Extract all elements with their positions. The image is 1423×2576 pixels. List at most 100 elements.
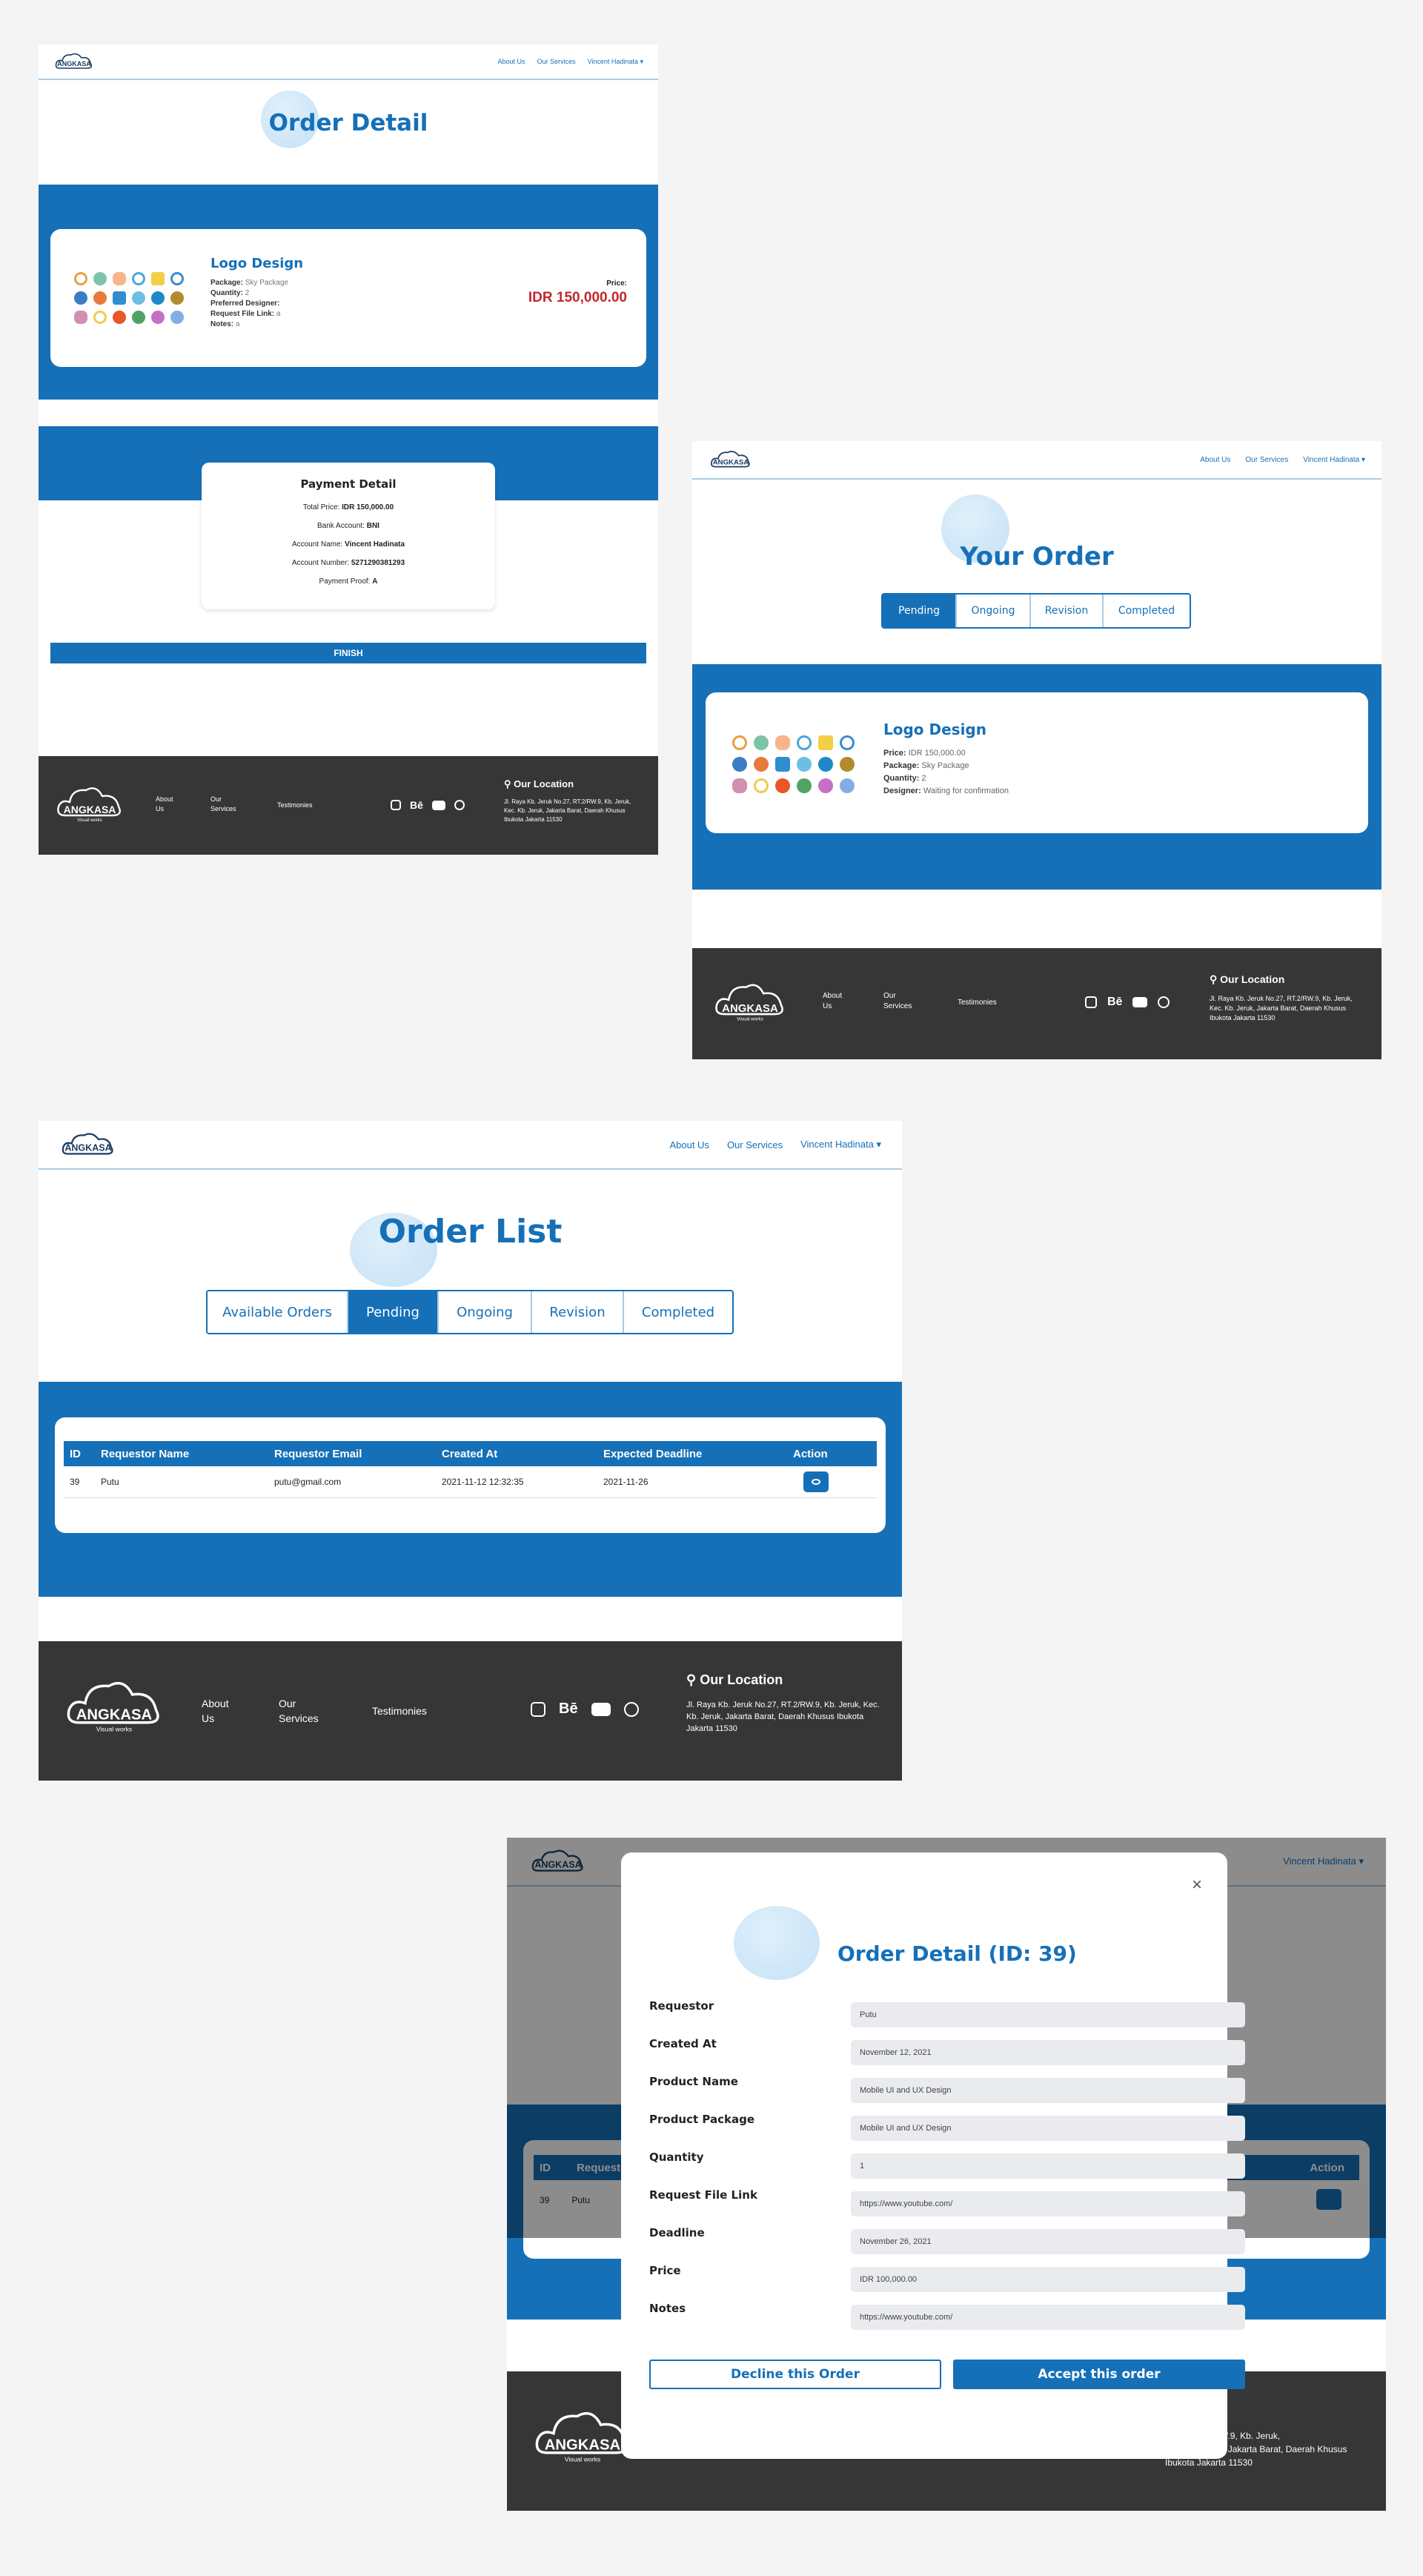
requestor-value[interactable]: Putu — [851, 2002, 1245, 2027]
price-value[interactable]: IDR 100,000.00 — [851, 2267, 1245, 2292]
payment-bank: Bank Account: BNI — [317, 522, 379, 530]
youtube-icon[interactable] — [591, 1702, 611, 1716]
decline-button[interactable]: Decline this Order — [649, 2360, 941, 2389]
price-value: IDR 150,000.00 — [528, 290, 627, 305]
cell-deadline: 2021-11-26 — [603, 1476, 649, 1487]
footer-logo[interactable]: ANGKASA Visual works — [55, 783, 125, 826]
product-name: Logo Design — [210, 256, 304, 271]
tab-pending[interactable]: Pending — [348, 1291, 439, 1333]
footer: ANGKASA Visual works About Us Our Service… — [39, 1641, 902, 1781]
behance-icon[interactable]: Bē — [410, 799, 423, 811]
nav-user-dropdown[interactable]: Vincent Hadinata ▾ — [588, 58, 643, 66]
field-product-name: Product Name Mobile UI and UX Design — [621, 2073, 1245, 2103]
payment-total: Total Price: IDR 150,000.00 — [302, 503, 394, 511]
order-section: Logo Design Price: IDR 150,000.00 Packag… — [692, 664, 1381, 890]
svg-text:ANGKASA: ANGKASA — [76, 1706, 153, 1723]
instagram-icon[interactable] — [1085, 996, 1097, 1008]
brand-logo[interactable]: ANGKASA — [709, 448, 753, 471]
view-button[interactable] — [803, 1471, 829, 1492]
created-at-value[interactable]: November 12, 2021 — [851, 2040, 1245, 2065]
page-title: Order Detail — [268, 110, 428, 136]
footer-services[interactable]: Our Services — [210, 795, 246, 814]
col-expected-deadline: Expected Deadline — [603, 1447, 703, 1460]
footer-testimonies[interactable]: Testimonies — [372, 1705, 427, 1717]
deadline-value[interactable]: November 26, 2021 — [851, 2229, 1245, 2254]
behance-icon[interactable]: Bē — [559, 1701, 578, 1718]
accept-button[interactable]: Accept this order — [953, 2360, 1245, 2389]
product-thumbnail — [74, 272, 184, 324]
whatsapp-icon[interactable] — [623, 1701, 639, 1717]
footer-about[interactable]: About Us — [156, 795, 182, 814]
eye-icon — [812, 1478, 820, 1485]
youtube-icon[interactable] — [431, 800, 445, 810]
whatsapp-icon[interactable] — [454, 800, 465, 810]
tab-pending[interactable]: Pending — [883, 595, 957, 627]
social-links: Bē — [531, 1701, 639, 1718]
notes-value[interactable]: https://www.youtube.com/ — [851, 2305, 1245, 2330]
close-button[interactable]: × — [1192, 1875, 1202, 1895]
footer-services[interactable]: Our Services — [279, 1696, 328, 1726]
order-detail-section: Logo Design Package: Sky Package Quantit… — [39, 185, 658, 400]
nav-about[interactable]: About Us — [669, 1139, 709, 1150]
footer-services[interactable]: Our Services — [883, 991, 922, 1012]
nav-services[interactable]: Our Services — [727, 1139, 783, 1150]
footer-about[interactable]: About Us — [823, 991, 852, 1012]
payment-name: Account Name: Vincent Hadinata — [291, 540, 405, 549]
instagram-icon[interactable] — [391, 800, 401, 810]
nav-about[interactable]: About Us — [1200, 456, 1230, 464]
tab-completed[interactable]: Completed — [1104, 595, 1190, 627]
table-header: ID Requestor Name Requestor Email Create… — [64, 1441, 877, 1466]
nav-services[interactable]: Our Services — [1245, 456, 1288, 464]
location-address: Jl. Raya Kb. Jeruk No.27, RT.2/RW.9, Kb.… — [686, 1701, 880, 1733]
svg-text:ANGKASA: ANGKASA — [57, 60, 91, 67]
price-label: Price: — [606, 279, 627, 288]
payment-proof: Payment Proof: A — [319, 577, 378, 586]
youtube-icon[interactable] — [1132, 997, 1148, 1007]
navbar: ANGKASA About Us Our Services Vincent Ha… — [39, 44, 658, 80]
order-info: Price: IDR 150,000.00 Package: Sky Packa… — [883, 749, 1009, 795]
tab-revision[interactable]: Revision — [1031, 595, 1104, 627]
footer-logo[interactable]: ANGKASA Visual works — [64, 1675, 165, 1738]
tab-ongoing[interactable]: Ongoing — [439, 1291, 532, 1333]
page-title: Your Order — [960, 542, 1114, 572]
order-detail-modal: × Order Detail (ID: 39) Requestor Putu Cr… — [621, 1852, 1245, 2459]
footer-testimonies[interactable]: Testimonies — [958, 999, 997, 1007]
order-detail-frame: ANGKASA About Us Our Services Vincent Ha… — [39, 44, 658, 855]
footer-about[interactable]: About Us — [202, 1696, 239, 1726]
nav-services[interactable]: Our Services — [537, 58, 576, 65]
brand-logo[interactable]: ANGKASA — [53, 50, 95, 73]
tab-available-orders[interactable]: Available Orders — [208, 1291, 348, 1333]
location-title: ⚲ Our Location — [1210, 973, 1285, 985]
footer-testimonies[interactable]: Testimonies — [277, 801, 313, 809]
instagram-icon[interactable] — [531, 1701, 545, 1717]
tab-ongoing[interactable]: Ongoing — [957, 595, 1031, 627]
nav-about[interactable]: About Us — [498, 58, 525, 65]
brand-logo[interactable]: ANGKASA — [59, 1129, 117, 1160]
field-notes: Notes https://www.youtube.com/ — [621, 2300, 1245, 2330]
col-requestor-email: Requestor Email — [274, 1447, 362, 1460]
behance-icon[interactable]: Bē — [1107, 996, 1122, 1009]
navbar: ANGKASA About Us Our Services Vincent Ha… — [39, 1121, 902, 1170]
footer-logo[interactable]: ANGKASA Visual works — [712, 979, 789, 1025]
whatsapp-icon[interactable] — [1158, 996, 1170, 1008]
svg-text:ANGKASA: ANGKASA — [64, 1142, 111, 1153]
nav-user-dropdown[interactable]: Vincent Hadinata ▾ — [800, 1139, 881, 1150]
nav-user-dropdown[interactable]: Vincent Hadinata ▾ — [1303, 456, 1365, 464]
quantity-value[interactable]: 1 — [851, 2153, 1245, 2179]
tab-completed[interactable]: Completed — [624, 1291, 732, 1333]
finish-button[interactable]: FINISH — [50, 643, 646, 663]
svg-text:Visual works: Visual works — [96, 1725, 133, 1732]
social-links: Bē — [1085, 996, 1170, 1009]
product-package-value[interactable]: Mobile UI and UX Design — [851, 2116, 1245, 2141]
footer-logo: ANGKASA Visual works — [535, 2411, 628, 2463]
svg-text:Visual works: Visual works — [737, 1017, 763, 1022]
order-list-frame: ANGKASA About Us Our Services Vincent Ha… — [39, 1121, 902, 1781]
tab-revision[interactable]: Revision — [532, 1291, 624, 1333]
request-file-link-value[interactable]: https://www.youtube.com/ — [851, 2191, 1245, 2216]
product-thumbnail — [732, 735, 855, 793]
order-card[interactable]: Logo Design Price: IDR 150,000.00 Packag… — [706, 692, 1368, 833]
modal-frame: ANGKASA Vincent Hadinata ▾ ID Requestor Ac… — [507, 1838, 1386, 2511]
product-name-value[interactable]: Mobile UI and UX Design — [851, 2078, 1245, 2103]
col-requestor-name: Requestor Name — [101, 1447, 190, 1460]
location-title: ⚲ Our Location — [686, 1672, 783, 1687]
